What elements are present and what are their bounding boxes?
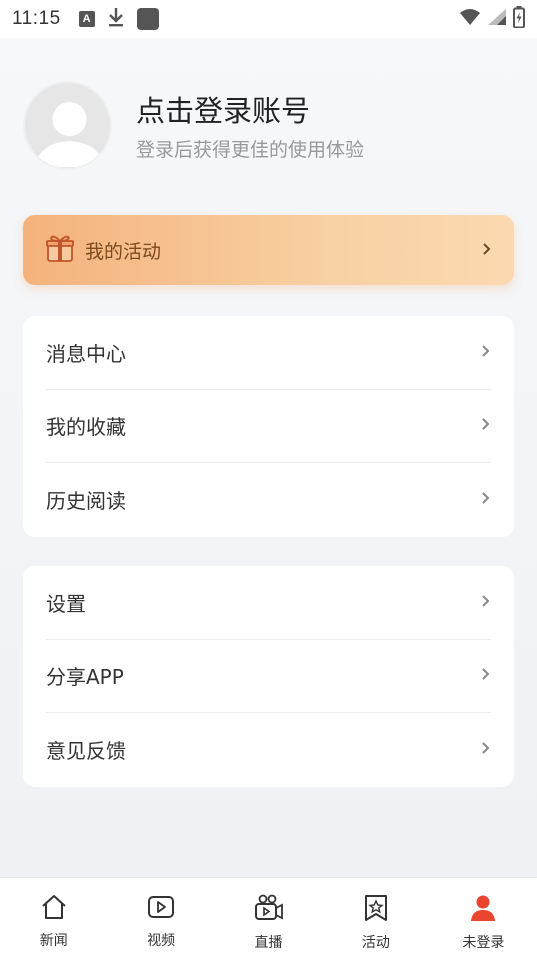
chevron-right-icon <box>481 343 491 362</box>
login-subtitle: 登录后获得更佳的使用体验 <box>136 139 365 161</box>
avatar-placeholder-icon <box>35 102 104 167</box>
menu-item-reading-history[interactable]: 历史阅读 <box>46 463 491 537</box>
nav-tab-not-logged-in[interactable]: 未登录 <box>430 878 537 956</box>
bottom-nav: 新闻 视频 直播 活动 未登录 <box>0 877 537 956</box>
battery-icon <box>513 6 525 32</box>
chevron-right-icon <box>481 593 491 612</box>
nav-label: 未登录 <box>462 935 505 951</box>
nav-tab-news[interactable]: 新闻 <box>0 878 107 956</box>
menu-item-label: 我的收藏 <box>46 415 126 440</box>
menu-item-share-app[interactable]: 分享APP <box>46 640 491 714</box>
nav-tab-live[interactable]: 直播 <box>215 878 322 956</box>
home-icon <box>40 894 68 924</box>
live-camera-icon <box>254 894 284 926</box>
chevron-right-icon <box>482 241 492 260</box>
profile-header[interactable]: 点击登录账号 登录后获得更佳的使用体验 <box>0 38 537 198</box>
menu-item-label: 历史阅读 <box>46 489 126 514</box>
menu-item-label: 意见反馈 <box>46 739 126 764</box>
nav-label: 新闻 <box>39 933 68 949</box>
chevron-right-icon <box>481 490 491 509</box>
chevron-right-icon <box>481 416 491 435</box>
wifi-icon <box>459 8 481 30</box>
nav-label: 直播 <box>254 935 283 951</box>
chevron-right-icon <box>481 666 491 685</box>
nav-tab-activity[interactable]: 活动 <box>322 878 429 956</box>
menu-item-label: 设置 <box>46 591 86 616</box>
chevron-right-icon <box>481 740 491 759</box>
status-time: 11:15 <box>12 8 61 29</box>
video-icon <box>147 894 175 924</box>
menu-card-primary: 消息中心 我的收藏 历史阅读 <box>23 316 514 537</box>
signal-icon <box>487 8 507 30</box>
my-activity-banner[interactable]: 我的活动 <box>23 215 514 285</box>
menu-item-label: 消息中心 <box>46 341 126 366</box>
menu-item-favorites[interactable]: 我的收藏 <box>46 390 491 464</box>
menu-item-feedback[interactable]: 意见反馈 <box>46 713 491 787</box>
user-icon <box>469 894 497 926</box>
activity-star-icon <box>362 894 390 926</box>
status-bar: 11:15 A <box>0 0 537 38</box>
menu-item-message-center[interactable]: 消息中心 <box>46 316 491 390</box>
gift-icon <box>45 233 75 267</box>
avatar[interactable] <box>23 81 112 170</box>
menu-item-settings[interactable]: 设置 <box>46 566 491 640</box>
login-title[interactable]: 点击登录账号 <box>136 88 310 130</box>
app-notification-icon <box>136 8 159 30</box>
nav-label: 视频 <box>147 933 176 949</box>
menu-card-secondary: 设置 分享APP 意见反馈 <box>23 566 514 787</box>
menu-item-label: 分享APP <box>46 665 124 690</box>
nav-tab-video[interactable]: 视频 <box>107 878 214 956</box>
nav-label: 活动 <box>361 935 390 951</box>
my-activity-label: 我的活动 <box>85 240 162 263</box>
download-icon <box>107 6 125 32</box>
keyboard-a-icon: A <box>78 11 95 27</box>
